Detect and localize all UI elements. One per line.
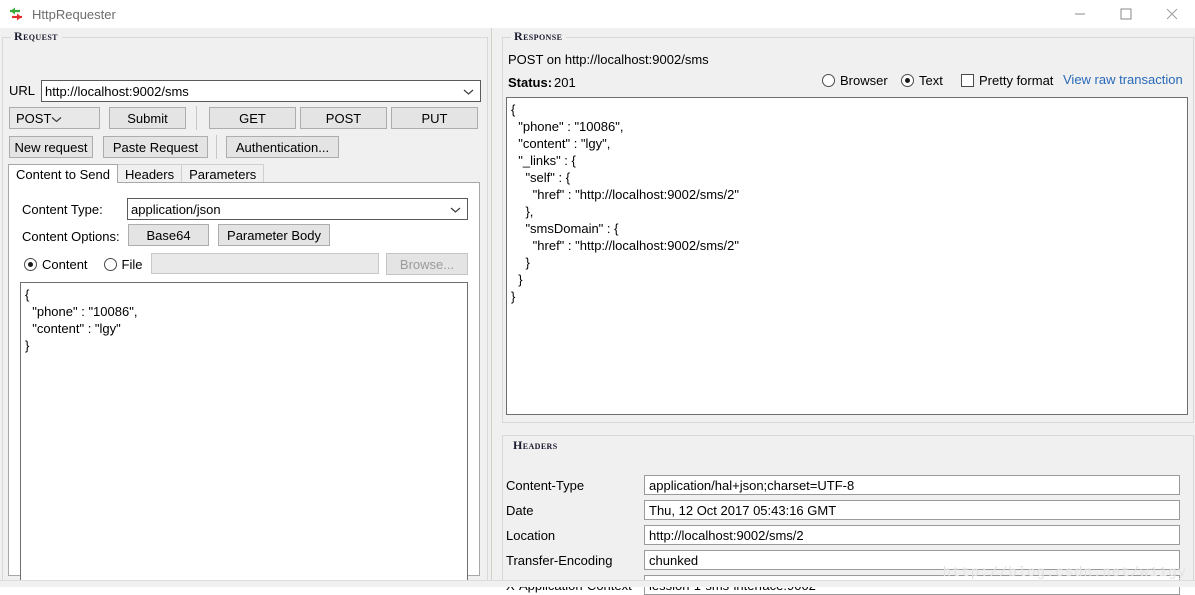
pretty-format-label: Pretty format: [979, 73, 1054, 88]
status-value: 201: [554, 75, 576, 90]
header-name: Date: [506, 502, 534, 518]
toolbar-divider-2: [216, 135, 217, 159]
submit-button[interactable]: Submit: [109, 107, 186, 129]
table-row: Content-Type application/hal+json;charse…: [506, 475, 1180, 495]
url-input[interactable]: http://localhost:9002/sms: [41, 80, 481, 102]
method-select-value: POST: [16, 110, 52, 126]
base64-button[interactable]: Base64: [128, 224, 209, 246]
pane-splitter[interactable]: [488, 28, 498, 587]
toolbar-divider: [196, 106, 197, 130]
header-value[interactable]: Thu, 12 Oct 2017 05:43:16 GMT: [644, 500, 1180, 520]
browser-view-label: Browser: [840, 73, 888, 88]
header-name: Transfer-Encoding: [506, 552, 613, 568]
minimize-button[interactable]: [1057, 0, 1103, 28]
tab-parameters[interactable]: Parameters: [181, 164, 265, 183]
tab-headers[interactable]: Headers: [116, 164, 183, 183]
content-type-label: Content Type:: [22, 202, 103, 217]
table-row: Location http://localhost:9002/sms/2: [506, 525, 1180, 545]
quick-put-button[interactable]: PUT: [391, 107, 478, 129]
request-tabs: Content to Send Headers Parameters: [8, 163, 265, 183]
request-body-textarea[interactable]: { "phone" : "10086", "content" : "lgy" }: [20, 282, 468, 582]
view-raw-transaction-link[interactable]: View raw transaction: [1063, 72, 1183, 87]
main-content: Request URL http://localhost:9002/sms PO…: [0, 28, 1195, 595]
file-path-input[interactable]: [151, 253, 379, 274]
response-body-textarea[interactable]: { "phone" : "10086", "content" : "lgy", …: [506, 97, 1188, 415]
response-view-browser: Browser: [822, 73, 888, 88]
header-name: Content-Type: [506, 477, 585, 493]
status-bar: [0, 580, 1195, 587]
header-value[interactable]: http://localhost:9002/sms/2: [644, 525, 1180, 545]
header-value[interactable]: chunked: [644, 550, 1180, 570]
chevron-down-icon: [51, 111, 62, 126]
chevron-down-icon[interactable]: [463, 84, 474, 99]
tab-content-to-send[interactable]: Content to Send: [8, 164, 118, 183]
browse-button[interactable]: Browse...: [386, 253, 468, 275]
request-pane: Request URL http://localhost:9002/sms PO…: [0, 28, 488, 587]
close-button[interactable]: [1149, 0, 1195, 28]
response-pane: Response POST on http://localhost:9002/s…: [498, 28, 1195, 595]
headers-group-title: Headers: [513, 438, 558, 452]
pretty-format-checkbox[interactable]: [961, 74, 974, 87]
url-label: URL: [9, 83, 36, 98]
text-view-label: Text: [919, 73, 943, 88]
content-type-select[interactable]: application/json: [127, 198, 468, 220]
content-type-value: application/json: [131, 201, 221, 217]
maximize-button[interactable]: [1103, 0, 1149, 28]
status-label: Status:: [508, 75, 553, 90]
quick-get-button[interactable]: GET: [209, 107, 296, 129]
table-row: Transfer-Encoding chunked: [506, 550, 1180, 570]
window-title: HttpRequester: [32, 6, 116, 22]
request-group-title: Request: [11, 29, 62, 44]
http-requester-arrows-icon: [7, 5, 25, 23]
content-radio[interactable]: [24, 258, 37, 271]
response-view-text: Text: [901, 73, 943, 88]
paste-request-button[interactable]: Paste Request: [103, 136, 208, 158]
text-view-radio[interactable]: [901, 74, 914, 87]
pretty-format-option: Pretty format: [961, 73, 1053, 88]
content-options-label: Content Options:: [22, 229, 120, 244]
header-name: Location: [506, 527, 556, 543]
window-controls: [1057, 0, 1195, 28]
parameter-body-button[interactable]: Parameter Body: [218, 224, 330, 246]
title-bar: HttpRequester: [0, 0, 1195, 28]
splitter-grip: [491, 28, 492, 587]
header-value[interactable]: application/hal+json;charset=UTF-8: [644, 475, 1180, 495]
file-radio-label: File: [121, 257, 143, 272]
browser-view-radio[interactable]: [822, 74, 835, 87]
new-request-button[interactable]: New request: [9, 136, 93, 158]
quick-post-button[interactable]: POST: [300, 107, 387, 129]
url-input-value: http://localhost:9002/sms: [45, 83, 189, 99]
file-radio[interactable]: [103, 258, 117, 271]
method-select[interactable]: POST: [9, 107, 100, 129]
table-row: Date Thu, 12 Oct 2017 05:43:16 GMT: [506, 500, 1180, 520]
authentication-button[interactable]: Authentication...: [226, 136, 339, 158]
response-group-title: Response: [511, 29, 567, 44]
content-radio-label: Content: [42, 257, 88, 272]
chevron-down-icon: [450, 202, 461, 217]
response-summary: POST on http://localhost:9002/sms: [508, 52, 709, 67]
content-source-radio-group: Content File: [24, 257, 143, 272]
